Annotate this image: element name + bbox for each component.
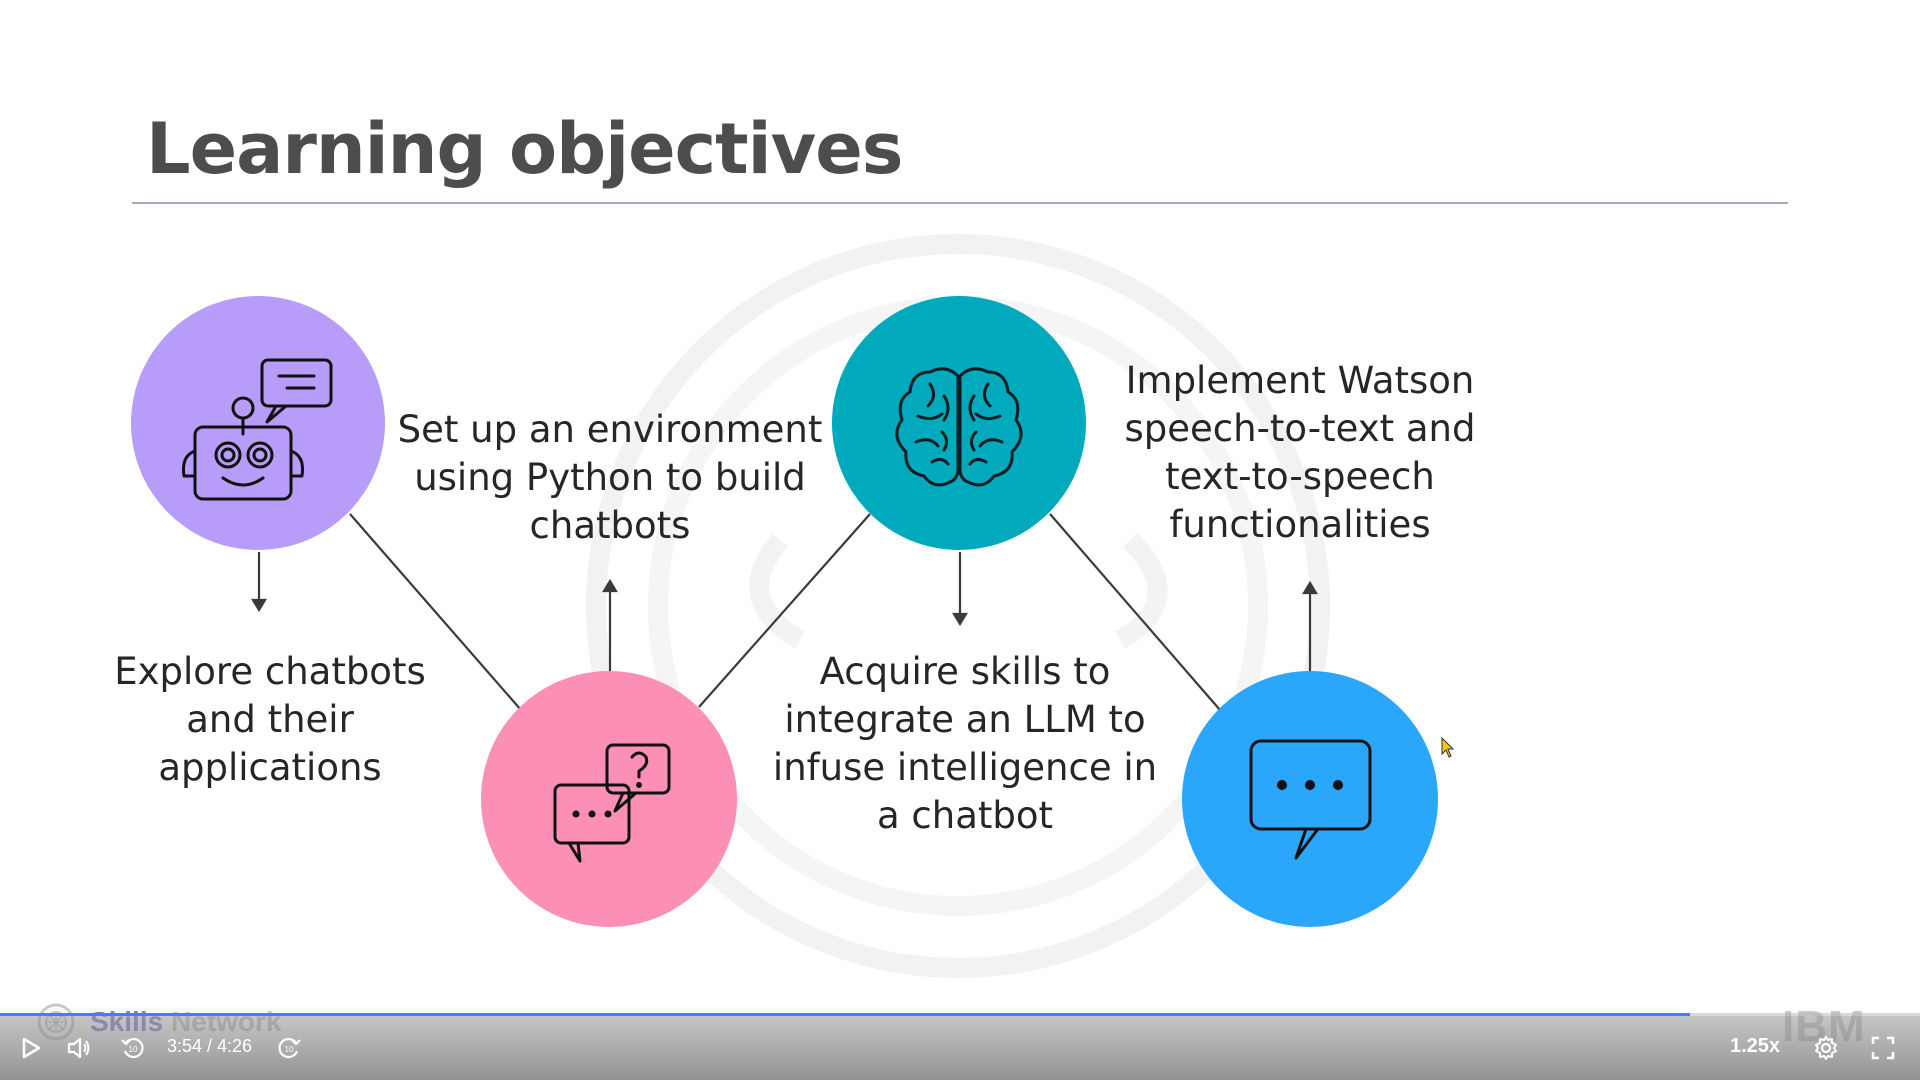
objective-1-text: Explore chatbots and their applications	[114, 650, 426, 789]
fullscreen-button[interactable]	[1870, 1035, 1896, 1061]
playback-speed-button[interactable]: 1.25x	[1730, 1035, 1780, 1058]
svg-text:10: 10	[285, 1045, 294, 1054]
settings-button[interactable]	[1813, 1035, 1839, 1061]
settings-gear-icon	[1815, 1036, 1837, 1060]
mouse-cursor-icon	[1441, 737, 1455, 758]
rewind-10-button[interactable]: 10	[120, 1035, 146, 1061]
slide: Learning objectives Explore chatbots and…	[0, 0, 1920, 1080]
time-display: 3:54 / 4:26	[167, 1036, 253, 1056]
volume-icon	[67, 1037, 90, 1059]
play-button[interactable]	[20, 1036, 42, 1060]
objective-3-circle	[832, 296, 1086, 550]
forward-10-icon: 10	[278, 1037, 301, 1059]
robot-icon	[182, 358, 333, 501]
objective-2-text: Set up an environment using Python to bu…	[397, 408, 823, 547]
player-controls: 10 3:54 / 4:26 10 1.25x	[0, 1016, 1920, 1080]
objective-4-text: Implement Watson speech-to-text and text…	[1124, 359, 1476, 546]
objective-1-circle	[131, 296, 385, 550]
brain-icon	[895, 367, 1023, 487]
rewind-10-icon: 10	[121, 1037, 144, 1059]
objective-2-circle	[481, 671, 737, 927]
svg-text:10: 10	[129, 1045, 138, 1054]
fullscreen-icon	[1871, 1036, 1895, 1060]
volume-button[interactable]	[66, 1035, 92, 1061]
play-icon	[22, 1037, 41, 1059]
objective-3-text: Acquire skills to integrate an LLM to in…	[772, 650, 1158, 837]
objective-4-circle	[1182, 671, 1438, 927]
chat-question-icon	[553, 743, 671, 863]
chat-bubble-icon	[1249, 739, 1372, 860]
forward-10-button[interactable]: 10	[276, 1035, 302, 1061]
